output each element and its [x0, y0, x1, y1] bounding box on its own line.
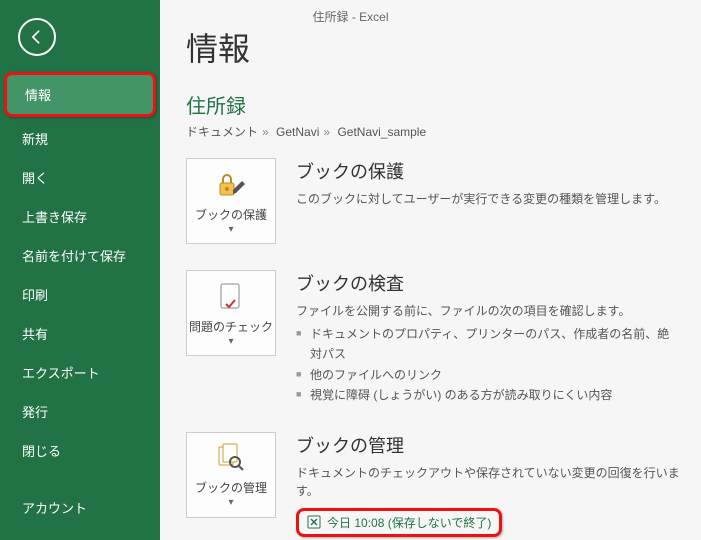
recover-version-button[interactable]: 今日 10:08 (保存しないで終了)	[296, 508, 502, 537]
nav-publish[interactable]: 発行	[0, 392, 160, 431]
protect-heading: ブックの保護	[296, 158, 681, 184]
manage-heading: ブックの管理	[296, 432, 681, 458]
tile-label: ブックの保護	[195, 206, 267, 223]
inspect-list: ドキュメントのプロパティ、プリンターのパス、作成者の名前、絶対パス 他のファイル…	[296, 324, 681, 406]
tile-label: ブックの管理	[195, 479, 267, 496]
nav-export[interactable]: エクスポート	[0, 353, 160, 392]
arrow-left-icon	[27, 27, 47, 47]
manage-text: ドキュメントのチェックアウトや保存されていない変更の回復を行います。	[296, 464, 681, 500]
documents-magnify-icon	[216, 441, 246, 475]
breadcrumb-item[interactable]: GetNavi_sample	[337, 125, 426, 139]
lock-key-icon	[216, 168, 246, 202]
back-button[interactable]	[18, 18, 56, 56]
excel-doc-icon	[307, 515, 321, 529]
chevron-down-icon: ▾	[228, 224, 233, 235]
nav-print[interactable]: 印刷	[0, 275, 160, 314]
manage-section: ブックの管理 ▾ ブックの管理 ドキュメントのチェックアウトや保存されていない変…	[186, 432, 681, 537]
document-check-icon	[218, 280, 244, 314]
check-issues-button[interactable]: 問題のチェック ▾	[186, 270, 276, 356]
manage-workbook-button[interactable]: ブックの管理 ▾	[186, 432, 276, 518]
list-item: 視覚に障碍 (しょうがい) のある方が読み取りにくい内容	[296, 385, 681, 405]
inspect-heading: ブックの検査	[296, 270, 681, 296]
breadcrumb-item[interactable]: GetNavi	[276, 125, 319, 139]
protect-text: このブックに対してユーザーが実行できる変更の種類を管理します。	[296, 190, 681, 208]
nav-new[interactable]: 新規	[0, 119, 160, 158]
protect-workbook-button[interactable]: ブックの保護 ▾	[186, 158, 276, 244]
nav-list: 情報 新規 開く 上書き保存 名前を付けて保存 印刷 共有 エクスポート 発行 …	[0, 72, 160, 527]
list-item: 他のファイルへのリンク	[296, 365, 681, 385]
chevron-down-icon: ▾	[228, 336, 233, 347]
inspect-section: 問題のチェック ▾ ブックの検査 ファイルを公開する前に、ファイルの次の項目を確…	[186, 270, 681, 406]
document-name: 住所録	[186, 90, 681, 119]
protect-section: ブックの保護 ▾ ブックの保護 このブックに対してユーザーが実行できる変更の種類…	[186, 158, 681, 244]
version-label: 今日 10:08 (保存しないで終了)	[327, 514, 491, 531]
main-panel: 情報 住所録 ドキュメント» GetNavi» GetNavi_sample ブ…	[160, 0, 701, 540]
backstage-sidebar: 情報 新規 開く 上書き保存 名前を付けて保存 印刷 共有 エクスポート 発行 …	[0, 0, 160, 540]
page-title: 情報	[186, 24, 681, 70]
nav-saveas[interactable]: 名前を付けて保存	[0, 236, 160, 275]
nav-account[interactable]: アカウント	[0, 488, 160, 527]
inspect-lead: ファイルを公開する前に、ファイルの次の項目を確認します。	[296, 302, 681, 320]
list-item: ドキュメントのプロパティ、プリンターのパス、作成者の名前、絶対パス	[296, 324, 681, 365]
breadcrumb-item[interactable]: ドキュメント	[186, 125, 258, 139]
breadcrumb: ドキュメント» GetNavi» GetNavi_sample	[186, 123, 681, 140]
tile-label: 問題のチェック	[189, 318, 273, 335]
nav-info[interactable]: 情報	[4, 72, 156, 117]
nav-close[interactable]: 閉じる	[0, 431, 160, 470]
chevron-down-icon: ▾	[228, 497, 233, 508]
nav-share[interactable]: 共有	[0, 314, 160, 353]
nav-save[interactable]: 上書き保存	[0, 197, 160, 236]
nav-open[interactable]: 開く	[0, 158, 160, 197]
